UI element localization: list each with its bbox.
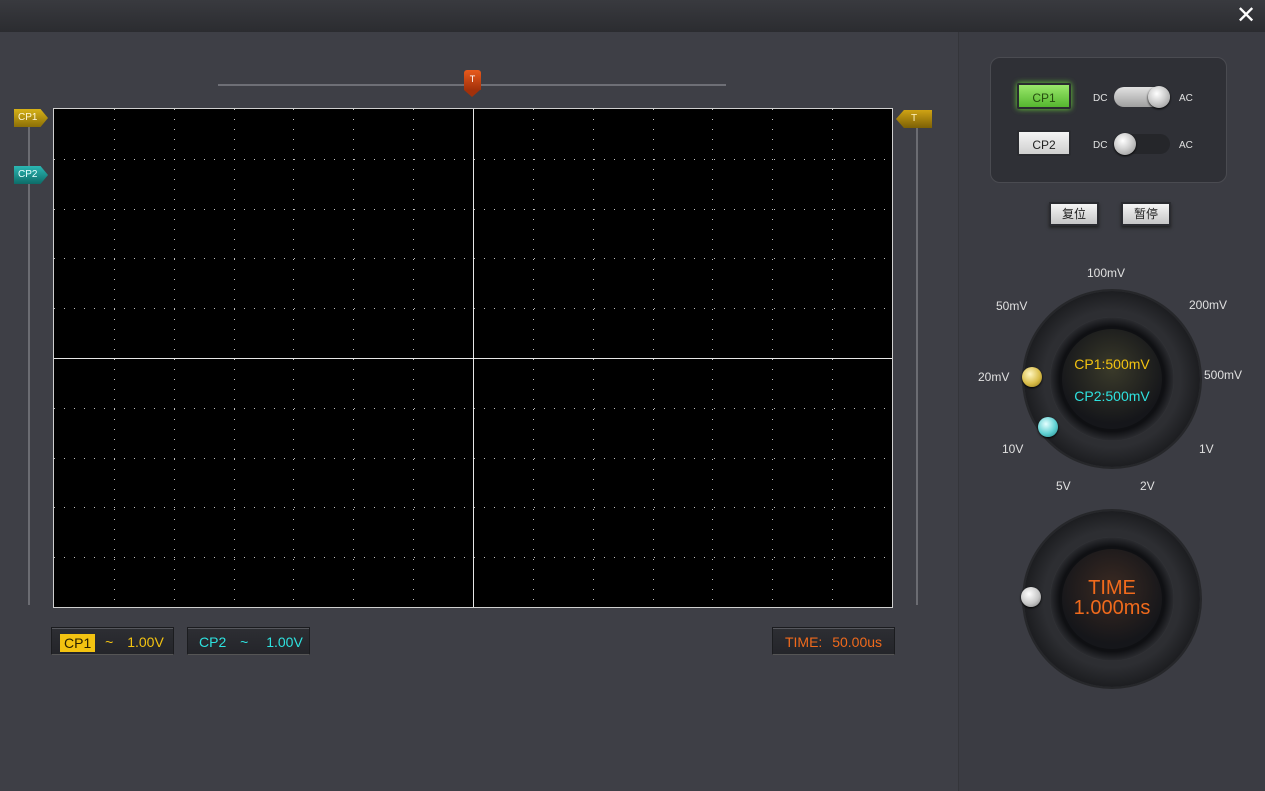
pause-button[interactable]: 暂停 <box>1121 202 1171 226</box>
volt-scale-label: 500mV <box>1204 368 1243 382</box>
trigger-level-rail[interactable] <box>916 118 918 605</box>
time-dial-pointer[interactable] <box>1021 587 1041 607</box>
trigger-position-marker[interactable]: T <box>464 70 481 98</box>
close-icon[interactable]: ✕ <box>1233 3 1259 29</box>
cp2-readout-name: CP2 <box>199 634 227 650</box>
volt-scale-label: 2V <box>1140 479 1155 493</box>
oscilloscope-screen <box>53 108 893 608</box>
cp1-volts-value: 1.00V <box>127 634 164 650</box>
cp2-dial-pointer[interactable] <box>1038 417 1058 437</box>
cp1-readout: CP1 ~ 1.00V <box>51 627 174 655</box>
channel-settings-box <box>990 57 1227 183</box>
cp1-coupling-toggle[interactable] <box>1114 86 1170 108</box>
cp2-readout: CP2 ~ 1.00V <box>187 627 310 655</box>
trigger-marker-label: T <box>469 74 476 84</box>
volts-dial-center <box>1062 329 1162 429</box>
screen-grid <box>54 109 892 607</box>
time-dial-value: 1.000ms <box>1073 597 1151 619</box>
reset-button[interactable]: 复位 <box>1049 202 1099 226</box>
cp1-readout-name: CP1 <box>60 634 96 653</box>
cp2-coupling-symbol: ~ <box>240 634 249 650</box>
time-readout: TIME: 50.00us <box>772 627 895 655</box>
cp1-coupling-symbol: ~ <box>105 634 114 650</box>
cp1-scale-text: CP1:500mV <box>1074 356 1150 372</box>
volt-scale-label: 20mV <box>978 370 1010 384</box>
volt-scale-label: 5V <box>1056 479 1071 493</box>
channel-offset-rail[interactable] <box>28 118 30 605</box>
cp2-coupling-toggle[interactable] <box>1114 133 1170 155</box>
time-readout-label: TIME: <box>784 634 823 650</box>
title-bar: ✕ <box>0 0 1265 32</box>
volt-scale-label: 200mV <box>1189 298 1228 312</box>
cp1-channel-button[interactable]: CP1 <box>1017 83 1071 109</box>
volt-scale-label: 100mV <box>1087 266 1126 280</box>
volt-scale-label: 10V <box>1002 442 1024 456</box>
cp1-dc-label: DC <box>1093 93 1108 104</box>
cp2-ac-label: AC <box>1179 140 1193 151</box>
time-readout-value: 50.00us <box>832 634 883 650</box>
cp2-volts-value: 1.00V <box>266 634 303 650</box>
cp2-dc-label: DC <box>1093 140 1108 151</box>
volt-scale-label: 50mV <box>996 299 1028 313</box>
cp2-channel-button[interactable]: CP2 <box>1017 130 1071 156</box>
toggle-knob <box>1148 86 1170 108</box>
toggle-knob <box>1114 133 1136 155</box>
volt-scale-label: 1V <box>1199 442 1214 456</box>
cp2-scale-text: CP2:500mV <box>1074 388 1150 404</box>
cp1-dial-pointer[interactable] <box>1022 367 1042 387</box>
cp1-ac-label: AC <box>1179 93 1193 104</box>
